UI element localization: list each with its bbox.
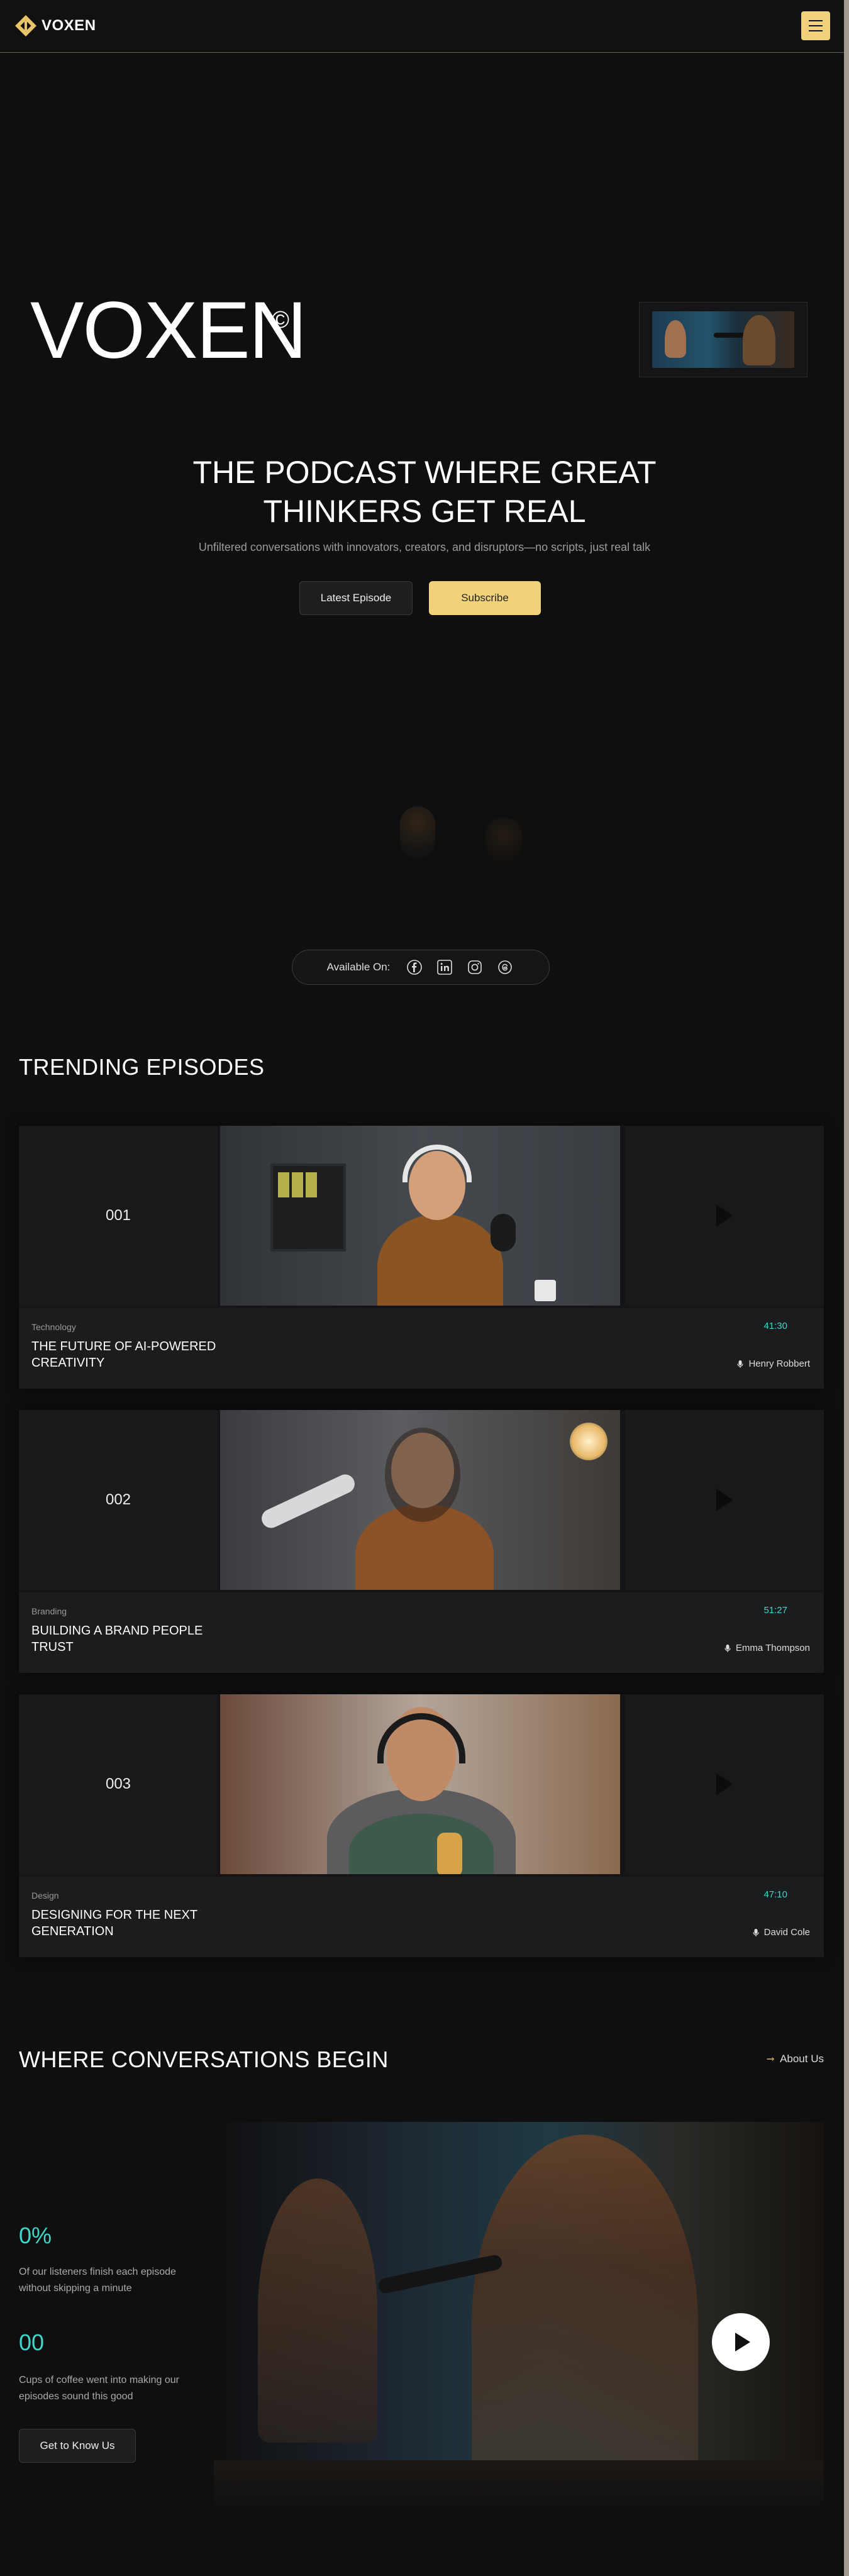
person-figure [377,1214,503,1306]
hero-headline-line2: THINKERS GET REAL [263,494,586,529]
get-to-know-us-button[interactable]: Get to Know Us [19,2429,136,2463]
guest-figure [472,2135,698,2512]
about-us-label: About Us [780,2053,824,2065]
episode-duration: 47:10 [763,1889,787,1900]
faded-avatar [400,806,435,859]
host-figure [665,320,686,358]
logo[interactable]: VOXEN [15,15,96,36]
trending-episodes-title: TRENDING EPISODES [19,1054,265,1080]
linkedin-icon[interactable] [435,958,454,977]
subscribe-button[interactable]: Subscribe [429,581,541,615]
guest-figure [743,315,775,365]
hero-thumbnail[interactable] [639,302,807,377]
copyright-symbol: © [272,307,289,333]
hero-subheadline: Unfiltered conversations with innovators… [198,541,651,553]
play-icon[interactable] [716,1204,733,1227]
stat-desc-listeners: Of our listeners finish each episode wit… [19,2267,176,2294]
episode-duration: 51:27 [763,1605,787,1616]
episode-number: 001 [19,1126,218,1306]
episode-play-area[interactable] [625,1410,824,1590]
episode-host: David Cole [752,1927,810,1938]
hero-title: VOXEN [30,286,307,375]
episode-photo-scene [220,1410,620,1590]
episode-category: Design [31,1890,59,1901]
lamp-shape [570,1423,608,1460]
threads-icon[interactable] [496,958,514,977]
arrow-right-icon: ➞ [766,2054,775,2065]
instagram-icon[interactable] [465,958,484,977]
cup-shape [535,1280,556,1301]
episode-photo-scene [220,1694,620,1874]
stat-desc-coffee: Cups of coffee went into making our epis… [19,2375,179,2402]
logo-mark-icon [15,15,36,36]
episode-category: Technology [31,1322,76,1332]
episode-card[interactable]: 001 Technology THE FUTURE OF AI-POWERED … [19,1126,824,1389]
about-us-link[interactable]: ➞ About Us [767,2053,824,2065]
episode-photo [220,1410,620,1590]
play-icon[interactable] [716,1489,733,1511]
episode-title[interactable]: THE FUTURE OF AI-POWERED CREATIVITY [31,1338,220,1371]
episode-host-name: David Cole [763,1927,810,1938]
episode-title[interactable]: DESIGNING FOR THE NEXT GENERATION [31,1907,220,1940]
episode-photo-scene [220,1126,620,1306]
play-video-button[interactable] [712,2313,770,2371]
episode-photo [220,1126,620,1306]
facebook-icon[interactable] [405,958,424,977]
episode-category: Branding [31,1606,67,1616]
episode-host: Emma Thompson [723,1643,810,1653]
microphone-icon [737,1360,744,1368]
stat-value-listeners: 0% [19,2223,52,2248]
episode-card[interactable]: 002 Branding BUILDING A BRAND PEOPLE TRU… [19,1410,824,1673]
stat-value-coffee: 00 [19,2329,45,2355]
host-figure [258,2179,377,2443]
table-shape [214,2460,824,2517]
latest-episode-button[interactable]: Latest Episode [299,581,413,615]
episode-meta: Technology THE FUTURE OF AI-POWERED CREA… [19,1308,824,1389]
hair-shape [385,1428,460,1522]
hero-headline: THE PODCAST WHERE GREAT THINKERS GET REA… [0,453,849,531]
hamburger-icon-line [809,30,823,31]
episode-host: Henry Robbert [736,1358,810,1369]
episode-number: 003 [19,1694,218,1874]
headphones-shape [377,1713,465,1763]
microphone-icon [724,1644,731,1652]
hero-thumbnail-image [652,311,794,368]
hamburger-icon-line [809,25,823,26]
play-icon [735,2333,750,2351]
hero-headline-line1: THE PODCAST WHERE GREAT [192,455,657,490]
conversations-title: WHERE CONVERSATIONS BEGIN [19,2046,389,2072]
episode-host-name: Henry Robbert [748,1358,810,1369]
site-header: VOXEN [0,0,849,53]
microphone-icon [753,1928,759,1936]
episode-play-area[interactable] [625,1126,824,1306]
play-icon[interactable] [716,1773,733,1796]
available-on-label: Available On: [326,961,391,973]
episode-meta: Design DESIGNING FOR THE NEXT GENERATION… [19,1877,824,1957]
episode-number: 002 [19,1410,218,1590]
episode-photo [220,1694,620,1874]
episode-card[interactable]: 003 Design DESIGNING FOR THE NEXT GENERA… [19,1694,824,1957]
episode-play-area[interactable] [625,1694,824,1874]
hamburger-icon [809,20,823,21]
microphone-shape [437,1833,462,1874]
faded-avatar [486,818,522,862]
headphones-shape [402,1145,472,1182]
episode-title[interactable]: BUILDING A BRAND PEOPLE TRUST [31,1623,220,1655]
episode-duration: 41:30 [763,1321,787,1331]
bookshelf-shape [270,1163,346,1252]
logo-text: VOXEN [42,17,96,34]
episode-meta: Branding BUILDING A BRAND PEOPLE TRUST 5… [19,1592,824,1673]
episode-host-name: Emma Thompson [735,1643,810,1653]
available-on-bar: Available On: [292,950,550,985]
microphone-shape [491,1214,516,1252]
scrollbar[interactable] [844,0,849,2576]
menu-button[interactable] [801,11,830,40]
microphone-shape [258,1471,358,1531]
